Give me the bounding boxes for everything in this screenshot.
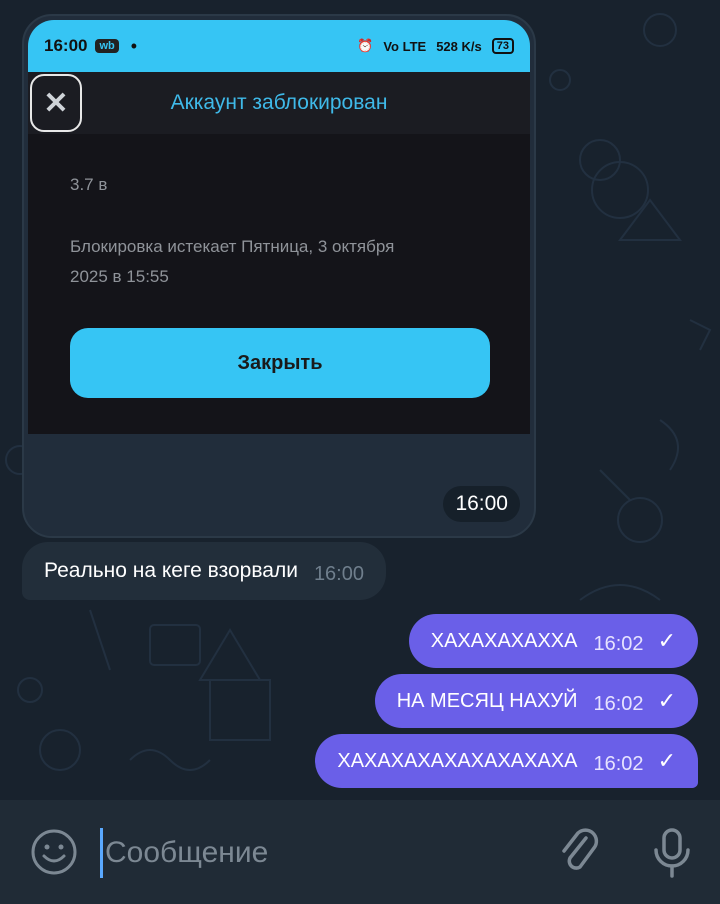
app-chip: wb — [95, 39, 119, 53]
message-time: 16:02 — [593, 752, 644, 775]
message-text: ХАХАХАХАХХА — [430, 629, 578, 652]
alarm-icon: ⏰ — [357, 38, 374, 53]
expiry-text-line2: 2025 в 15:55 — [70, 267, 169, 286]
microphone-icon[interactable] — [650, 824, 694, 885]
expiry-text-line1: Блокировка истекает Пятница, 3 октября — [70, 237, 395, 256]
message-time: 16:02 — [593, 692, 644, 715]
read-check-icon: ✓ — [657, 748, 676, 773]
close-icon: ✕ — [30, 74, 82, 132]
message-time: 16:00 — [313, 562, 364, 585]
status-time: 16:00 — [44, 36, 88, 55]
message-composer — [0, 800, 720, 904]
read-check-icon: ✓ — [657, 628, 676, 653]
close-dialog-button: Закрыть — [70, 328, 490, 398]
battery-icon: 73 — [491, 38, 514, 54]
outgoing-message[interactable]: ХАХАХАХАХАХАХАХАХА 16:02 ✓ — [315, 734, 698, 788]
incoming-message[interactable]: Реально на кеге взорвали 16:00 — [22, 542, 386, 600]
message-text: НА МЕСЯЦ НАХУЙ — [396, 689, 578, 712]
photo-message[interactable]: 16:00 wb • ⏰ Vo LTE 528 K/s 73 ✕ Аккаунт… — [22, 14, 536, 538]
read-check-icon: ✓ — [657, 688, 676, 713]
dialog-header: ✕ Аккаунт заблокирован — [28, 72, 530, 134]
dialog-title: Аккаунт заблокирован — [170, 91, 388, 114]
outgoing-message[interactable]: НА МЕСЯЦ НАХУЙ 16:02 ✓ — [374, 674, 698, 728]
dialog-body: 3.7 в Блокировка истекает Пятница, 3 окт… — [28, 134, 530, 434]
message-time: 16:02 — [593, 632, 644, 655]
paperclip-icon[interactable] — [556, 824, 600, 885]
speed-label: 528 K/s — [436, 38, 482, 54]
screenshot-status-bar: 16:00 wb • ⏰ Vo LTE 528 K/s 73 — [28, 20, 530, 72]
outgoing-message[interactable]: ХАХАХАХАХХА 16:02 ✓ — [408, 614, 698, 668]
network-label: Vo LTE — [383, 38, 427, 54]
status-dot: • — [130, 35, 138, 56]
version-text: 3.7 в — [70, 175, 108, 194]
photo-timestamp: 16:00 — [443, 486, 520, 522]
smile-icon[interactable] — [30, 828, 78, 881]
message-text: ХАХАХАХАХАХАХАХАХА — [337, 749, 578, 772]
message-text: Реально на кеге взорвали — [44, 559, 298, 582]
status-right: ⏰ Vo LTE 528 K/s 73 — [357, 38, 514, 54]
message-input[interactable] — [100, 828, 527, 878]
